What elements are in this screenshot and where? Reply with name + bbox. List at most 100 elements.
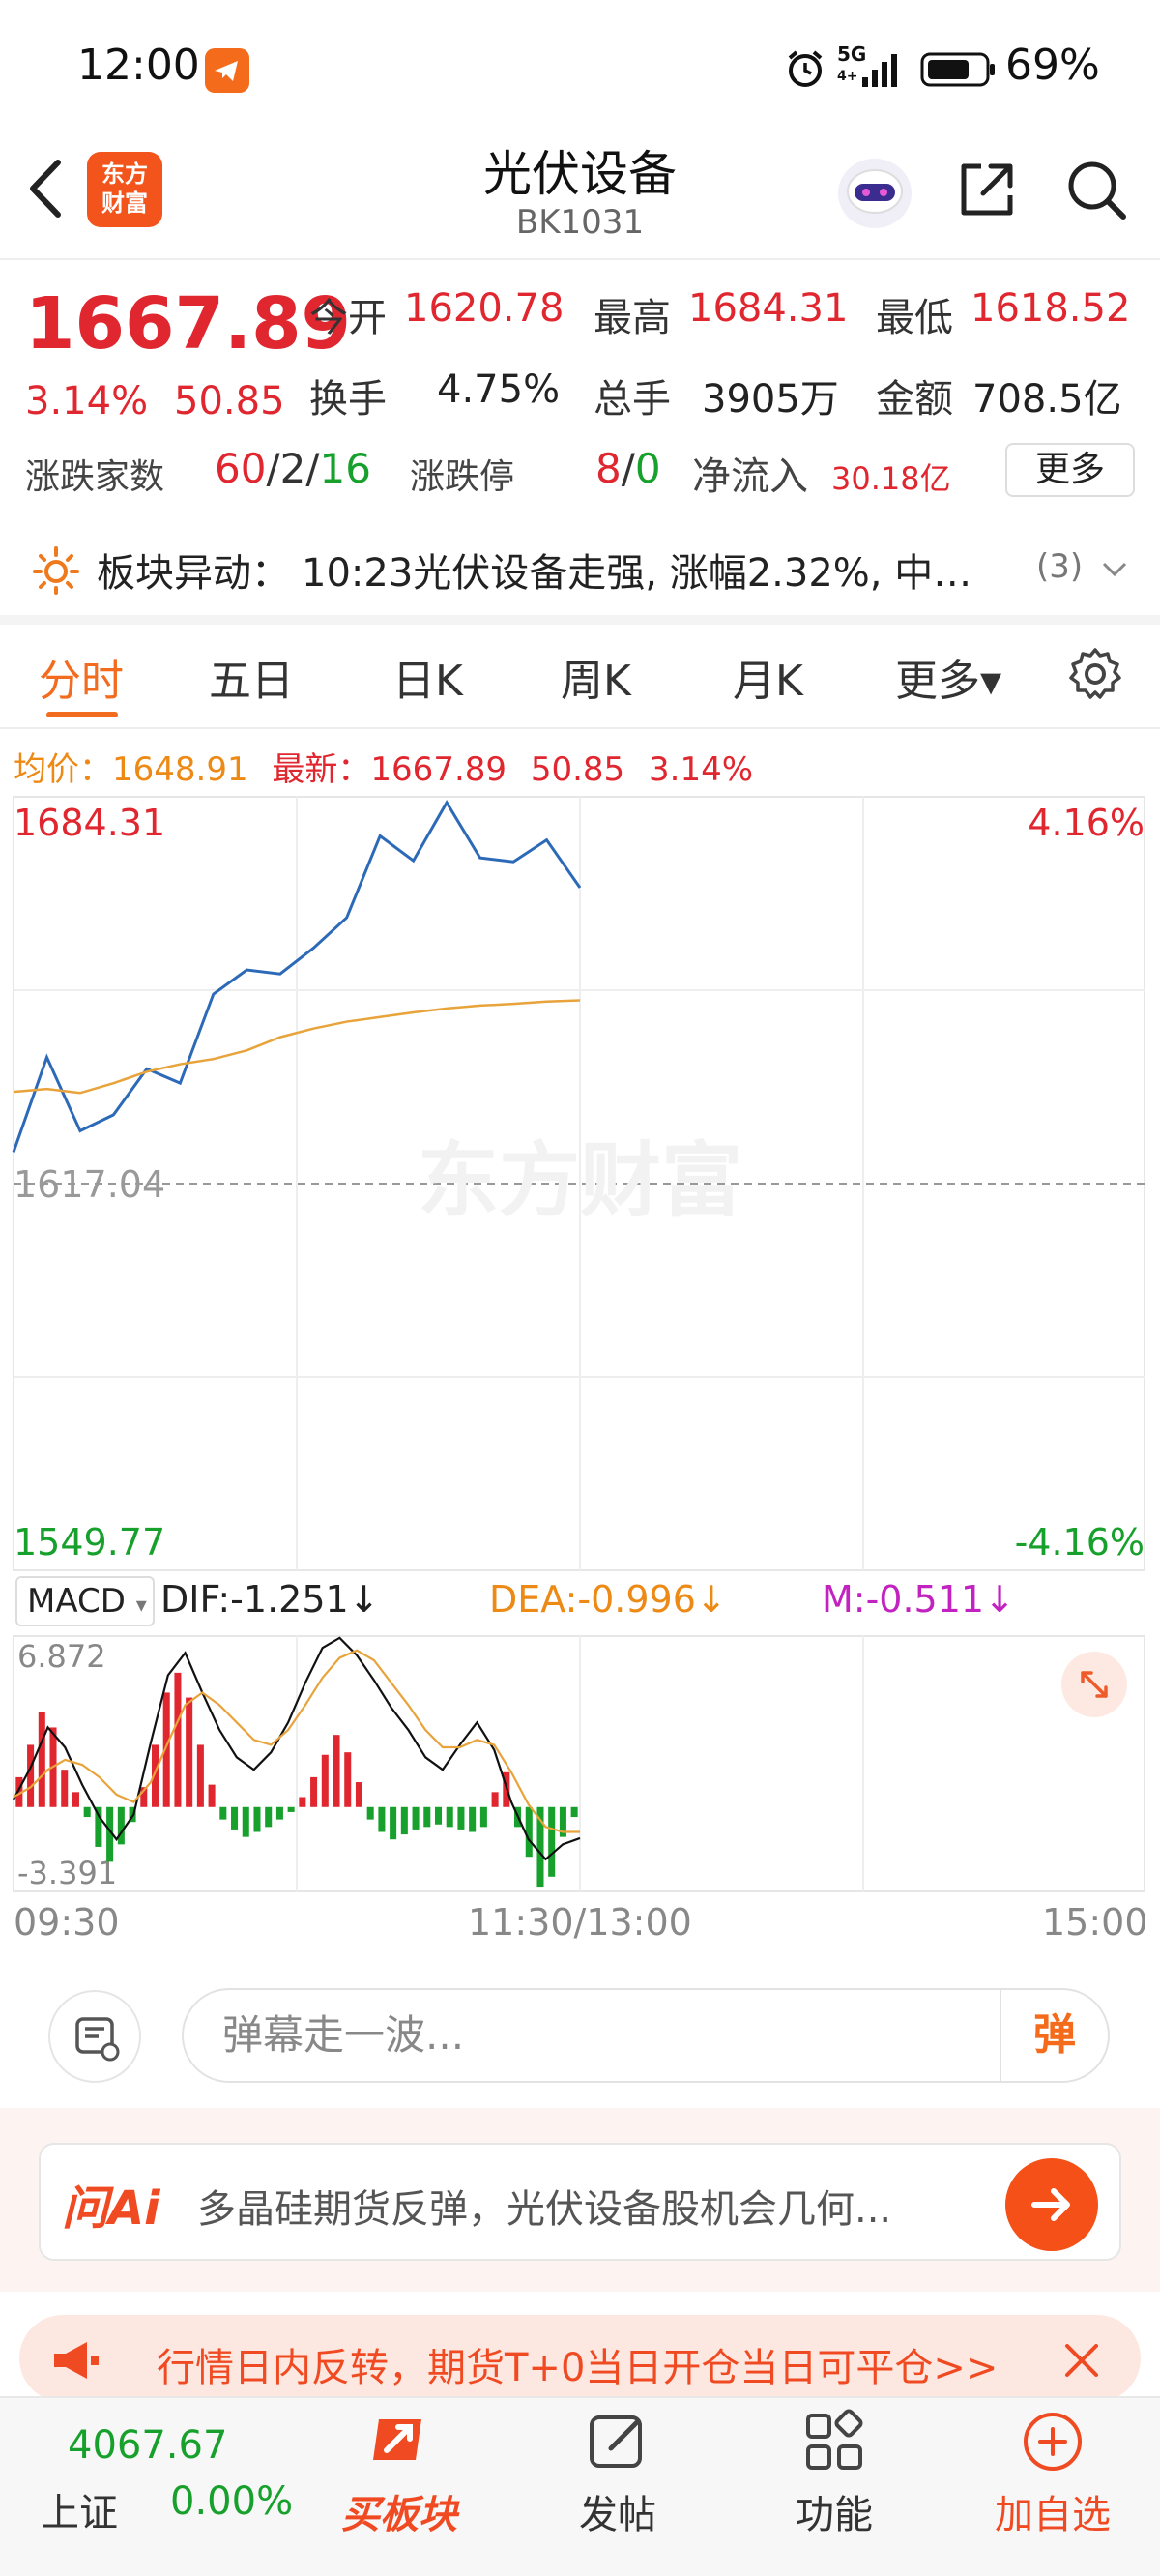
limit-counts: 8/0 <box>595 445 661 492</box>
index-value[interactable]: 4067.67 <box>68 2423 227 2468</box>
indicator-select[interactable]: MACD ▾ <box>15 1576 155 1626</box>
megaphone-icon <box>54 2342 99 2379</box>
down-count: 16 <box>319 445 371 492</box>
volume-label: 总手 <box>594 377 671 422</box>
limit-label: 涨跌停 <box>410 457 515 497</box>
tab-daily-k[interactable]: 日K <box>392 646 463 708</box>
low-label: 最低 <box>876 296 953 340</box>
search-icon[interactable] <box>1061 155 1131 224</box>
macd-bar <box>479 1806 487 1828</box>
arrow-right-icon <box>1031 2188 1070 2221</box>
note-settings-icon[interactable] <box>48 1990 141 2083</box>
index-name[interactable]: 上证 <box>41 2481 118 2537</box>
alarm-icon <box>788 50 823 87</box>
macd-bar <box>423 1806 431 1828</box>
open-label: 今开 <box>309 296 387 340</box>
turnover-label: 换手 <box>309 377 387 422</box>
macd-bar <box>469 1806 477 1832</box>
y-axis-min-label: 1549.77 <box>14 1521 165 1564</box>
grid-functions-icon[interactable] <box>800 2408 868 2475</box>
battery-icon <box>920 52 995 87</box>
avg-price-row: 均价：1648.91 最新：1667.89 50.85 3.14% <box>14 750 754 789</box>
sun-icon <box>33 546 79 595</box>
ai-submit-button[interactable] <box>1005 2158 1098 2251</box>
tab-more[interactable]: 更多▾ <box>895 646 1001 708</box>
up-count: 60 <box>215 445 267 492</box>
y-axis-max-label: 1684.31 <box>14 802 165 844</box>
tab-five-day[interactable]: 五日 <box>209 646 294 708</box>
gear-icon[interactable] <box>1067 646 1123 702</box>
add-watchlist-icon[interactable] <box>1019 2408 1087 2475</box>
updown-count-label: 涨跌家数 <box>25 457 165 497</box>
volume-value: 3905万 <box>702 377 839 422</box>
macd-bar <box>38 1712 45 1807</box>
macd-bar <box>310 1776 318 1807</box>
alert-count: (3) <box>1036 547 1084 586</box>
more-button[interactable]: 更多 <box>1005 443 1135 497</box>
macd-bar <box>117 1806 125 1845</box>
macd-bar <box>321 1754 329 1807</box>
macd-bar <box>299 1797 306 1807</box>
status-bar: 12:00 5G 4+ 69% <box>0 0 1160 135</box>
macd-bar <box>186 1697 193 1807</box>
macd-bar <box>491 1792 499 1807</box>
active-tab-indicator <box>46 712 118 717</box>
time-label-end: 15:00 <box>1042 1901 1148 1944</box>
high-label: 最高 <box>594 296 671 340</box>
macd-bar <box>61 1770 69 1807</box>
macd-bar <box>253 1806 261 1832</box>
macd-m: M:-0.511↓ <box>822 1578 1015 1621</box>
status-time: 12:00 <box>77 41 200 90</box>
netflow-value: 30.18亿 <box>831 460 951 497</box>
macd-bar <box>196 1744 204 1807</box>
macd-bar <box>548 1806 556 1877</box>
macd-bar <box>72 1792 79 1807</box>
macd-bar <box>276 1806 283 1820</box>
danmu-toggle-button[interactable]: 弹 <box>1000 1990 1108 2081</box>
macd-bar <box>174 1672 182 1807</box>
nav-add-watchlist[interactable]: 加自选 <box>956 2483 1149 2539</box>
intraday-chart[interactable]: 东方财富 1684.31 1617.04 1549.77 4.16% -4.16… <box>0 791 1160 1951</box>
tabs-divider <box>0 727 1160 729</box>
macd-bar <box>434 1806 443 1825</box>
low-value: 1618.52 <box>971 286 1131 331</box>
avg-price-value: 1648.91 <box>112 750 248 789</box>
amount-value: 708.5亿 <box>972 377 1122 422</box>
latest-change-value: 50.85 <box>530 750 625 789</box>
macd-bar <box>446 1806 453 1828</box>
buy-sector-icon[interactable] <box>365 2408 433 2475</box>
share-icon[interactable] <box>952 155 1022 224</box>
latest-price-value: 1667.89 <box>370 750 508 789</box>
macd-bar <box>525 1806 533 1858</box>
amount-label: 金额 <box>876 377 953 422</box>
time-label-start: 09:30 <box>14 1901 120 1944</box>
netflow-label: 净流入 <box>692 454 808 499</box>
expand-icon[interactable] <box>1059 1650 1129 1719</box>
pct-axis-max-label: 4.16% <box>1028 802 1145 844</box>
macd-bar <box>27 1744 35 1807</box>
close-icon[interactable] <box>1059 2338 1104 2383</box>
nav-functions[interactable]: 功能 <box>738 2483 931 2539</box>
nav-buy-sector[interactable]: 买板块 <box>303 2483 496 2539</box>
danmu-input[interactable]: 弹幕走一波... <box>182 1988 1110 2083</box>
macd-bar <box>265 1806 273 1828</box>
signal-icon <box>862 54 897 87</box>
nav-post[interactable]: 发帖 <box>521 2483 714 2539</box>
compose-icon[interactable] <box>584 2408 652 2475</box>
high-value: 1684.31 <box>688 286 849 331</box>
change-value: 50.85 <box>174 379 285 424</box>
tab-monthly-k[interactable]: 月K <box>733 646 803 708</box>
ai-question-text[interactable]: 多晶硅期货反弹，光伏设备股机会几何... <box>197 2178 990 2234</box>
robot-assistant-icon[interactable] <box>831 147 918 234</box>
open-value: 1620.78 <box>404 286 565 331</box>
tab-intraday[interactable]: 分时 <box>39 646 124 708</box>
change-percent: 3.14% <box>25 379 149 424</box>
macd-bar <box>333 1735 340 1807</box>
ai-logo: 问Ai <box>62 2181 160 2236</box>
chevron-down-icon[interactable] <box>1100 555 1129 584</box>
macd-bar <box>457 1806 465 1830</box>
macd-bar <box>287 1806 295 1812</box>
index-change-pct[interactable]: 0.00% <box>170 2479 293 2524</box>
tab-weekly-k[interactable]: 周K <box>561 646 631 708</box>
pct-axis-min-label: -4.16% <box>1015 1521 1145 1564</box>
